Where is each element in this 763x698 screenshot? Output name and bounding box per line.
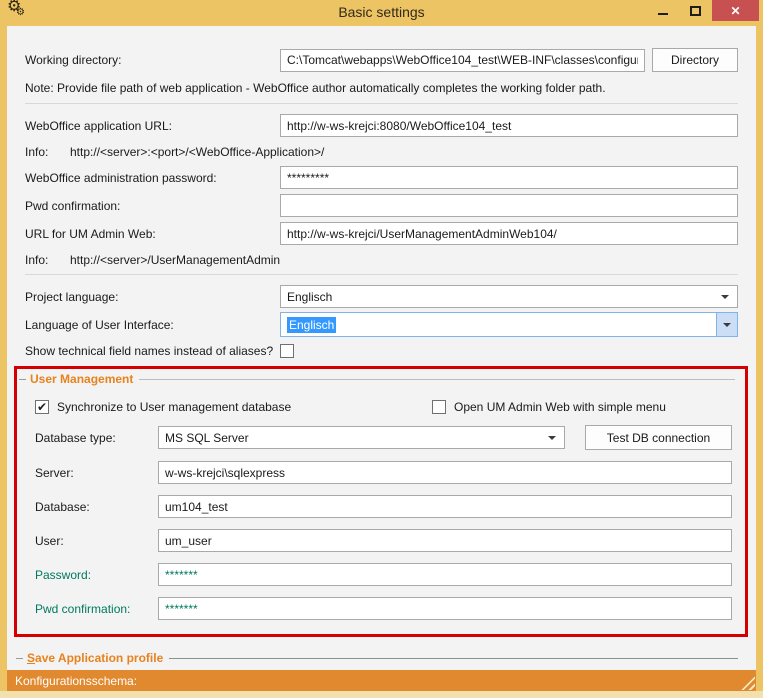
admin-password-input[interactable] xyxy=(280,166,738,189)
um-password-row: Password: xyxy=(17,563,745,586)
user-management-group: User Management ✔ Synchronize to User ma… xyxy=(14,366,748,637)
working-directory-input[interactable] xyxy=(280,48,645,72)
close-icon: ✕ xyxy=(730,3,741,18)
titlebar: ⚙ ⚙ Basic settings ✕ xyxy=(0,0,763,26)
check-icon: ✔ xyxy=(36,400,48,414)
database-input[interactable] xyxy=(158,495,732,518)
simple-menu-checkbox[interactable] xyxy=(432,400,446,414)
um-admin-url-label: URL for UM Admin Web: xyxy=(25,226,156,241)
window-controls: ✕ xyxy=(646,0,759,21)
user-label: User: xyxy=(35,533,64,548)
user-input[interactable] xyxy=(158,529,732,552)
ui-language-dropdown[interactable]: Englisch xyxy=(280,312,738,337)
server-input[interactable] xyxy=(158,461,732,484)
um-password-input[interactable] xyxy=(158,563,732,586)
working-directory-label: Working directory: xyxy=(25,53,122,67)
project-language-dropdown[interactable]: Englisch xyxy=(280,285,738,308)
ui-language-row: Language of User Interface: Englisch xyxy=(25,312,738,337)
um-password-label: Password: xyxy=(35,567,92,582)
status-text: Konfigurationsschema: xyxy=(15,673,138,688)
minimize-icon xyxy=(657,12,668,15)
um-pwd-confirmation-row: Pwd confirmation: xyxy=(17,597,745,620)
basic-settings-dialog: ⚙ ⚙ Basic settings ✕ Working directory: … xyxy=(0,0,763,698)
pwd-confirmation-input[interactable] xyxy=(280,194,738,217)
save-profile-header: Save Application profile xyxy=(16,651,738,665)
simple-menu-checkbox-label: Open UM Admin Web with simple menu xyxy=(454,400,666,414)
directory-button[interactable]: Directory xyxy=(652,48,738,72)
sync-checkbox-label: Synchronize to User management database xyxy=(57,400,292,414)
show-technical-checkbox[interactable] xyxy=(280,344,294,358)
working-directory-note: Note: Provide file path of web applicati… xyxy=(25,81,606,95)
maximize-icon xyxy=(690,5,701,16)
dropdown-arrow-button[interactable] xyxy=(716,313,737,336)
application-url-label: WebOffice application URL: xyxy=(25,118,172,133)
sync-checkbox-row: ✔ Synchronize to User management databas… xyxy=(17,400,745,414)
minimize-button[interactable] xyxy=(646,0,679,21)
database-type-row: Database type: MS SQL Server Test DB con… xyxy=(17,425,745,450)
dialog-content: Working directory: Directory Note: Provi… xyxy=(7,26,756,696)
ui-language-label: Language of User Interface: xyxy=(25,317,174,332)
database-type-dropdown[interactable]: MS SQL Server xyxy=(158,426,565,449)
application-url-input[interactable] xyxy=(280,114,738,137)
working-directory-row: Working directory: Directory xyxy=(25,48,738,72)
maximize-button[interactable] xyxy=(679,0,712,21)
um-pwd-confirmation-label: Pwd confirmation: xyxy=(35,601,131,616)
database-type-label: Database type: xyxy=(35,430,116,445)
um-pwd-confirmation-input[interactable] xyxy=(158,597,732,620)
chevron-down-icon xyxy=(548,435,556,440)
window-bottom-border xyxy=(0,691,763,698)
user-management-header: User Management xyxy=(19,372,735,386)
pwd-confirmation-row: Pwd confirmation: xyxy=(25,194,738,217)
project-language-label: Project language: xyxy=(25,289,119,304)
user-management-title: User Management xyxy=(30,372,134,386)
show-technical-label: Show technical field names instead of al… xyxy=(25,344,274,358)
chevron-down-icon xyxy=(723,322,731,327)
separator xyxy=(25,274,738,275)
database-label: Database: xyxy=(35,499,90,514)
show-technical-row: Show technical field names instead of al… xyxy=(25,344,738,358)
user-row: User: xyxy=(17,529,745,552)
sync-checkbox[interactable]: ✔ xyxy=(35,400,49,414)
project-language-row: Project language: Englisch xyxy=(25,285,738,308)
server-label: Server: xyxy=(35,465,74,480)
application-url-row: WebOffice application URL: xyxy=(25,114,738,137)
admin-password-label: WebOffice administration password: xyxy=(25,170,217,185)
um-admin-url-info: Info: http://<server>/UserManagementAdmi… xyxy=(25,253,281,267)
resize-grip-icon[interactable] xyxy=(741,676,755,690)
pwd-confirmation-label: Pwd confirmation: xyxy=(25,198,121,213)
server-row: Server: xyxy=(17,461,745,484)
application-url-info: Info: http://<server>:<port>/<WebOffice-… xyxy=(25,145,325,159)
admin-password-row: WebOffice administration password: xyxy=(25,166,738,189)
database-row: Database: xyxy=(17,495,745,518)
test-db-connection-button[interactable]: Test DB connection xyxy=(585,425,732,450)
save-profile-title: Save Application profile xyxy=(27,651,164,665)
status-bar: Konfigurationsschema: xyxy=(7,670,756,691)
sync-check-item: ✔ Synchronize to User management databas… xyxy=(35,400,432,414)
chevron-down-icon xyxy=(721,294,729,299)
um-admin-url-row: URL for UM Admin Web: xyxy=(25,222,738,245)
um-admin-url-input[interactable] xyxy=(280,222,738,245)
simple-menu-check-item: Open UM Admin Web with simple menu xyxy=(432,400,732,414)
close-button[interactable]: ✕ xyxy=(712,0,759,21)
separator xyxy=(25,103,738,104)
